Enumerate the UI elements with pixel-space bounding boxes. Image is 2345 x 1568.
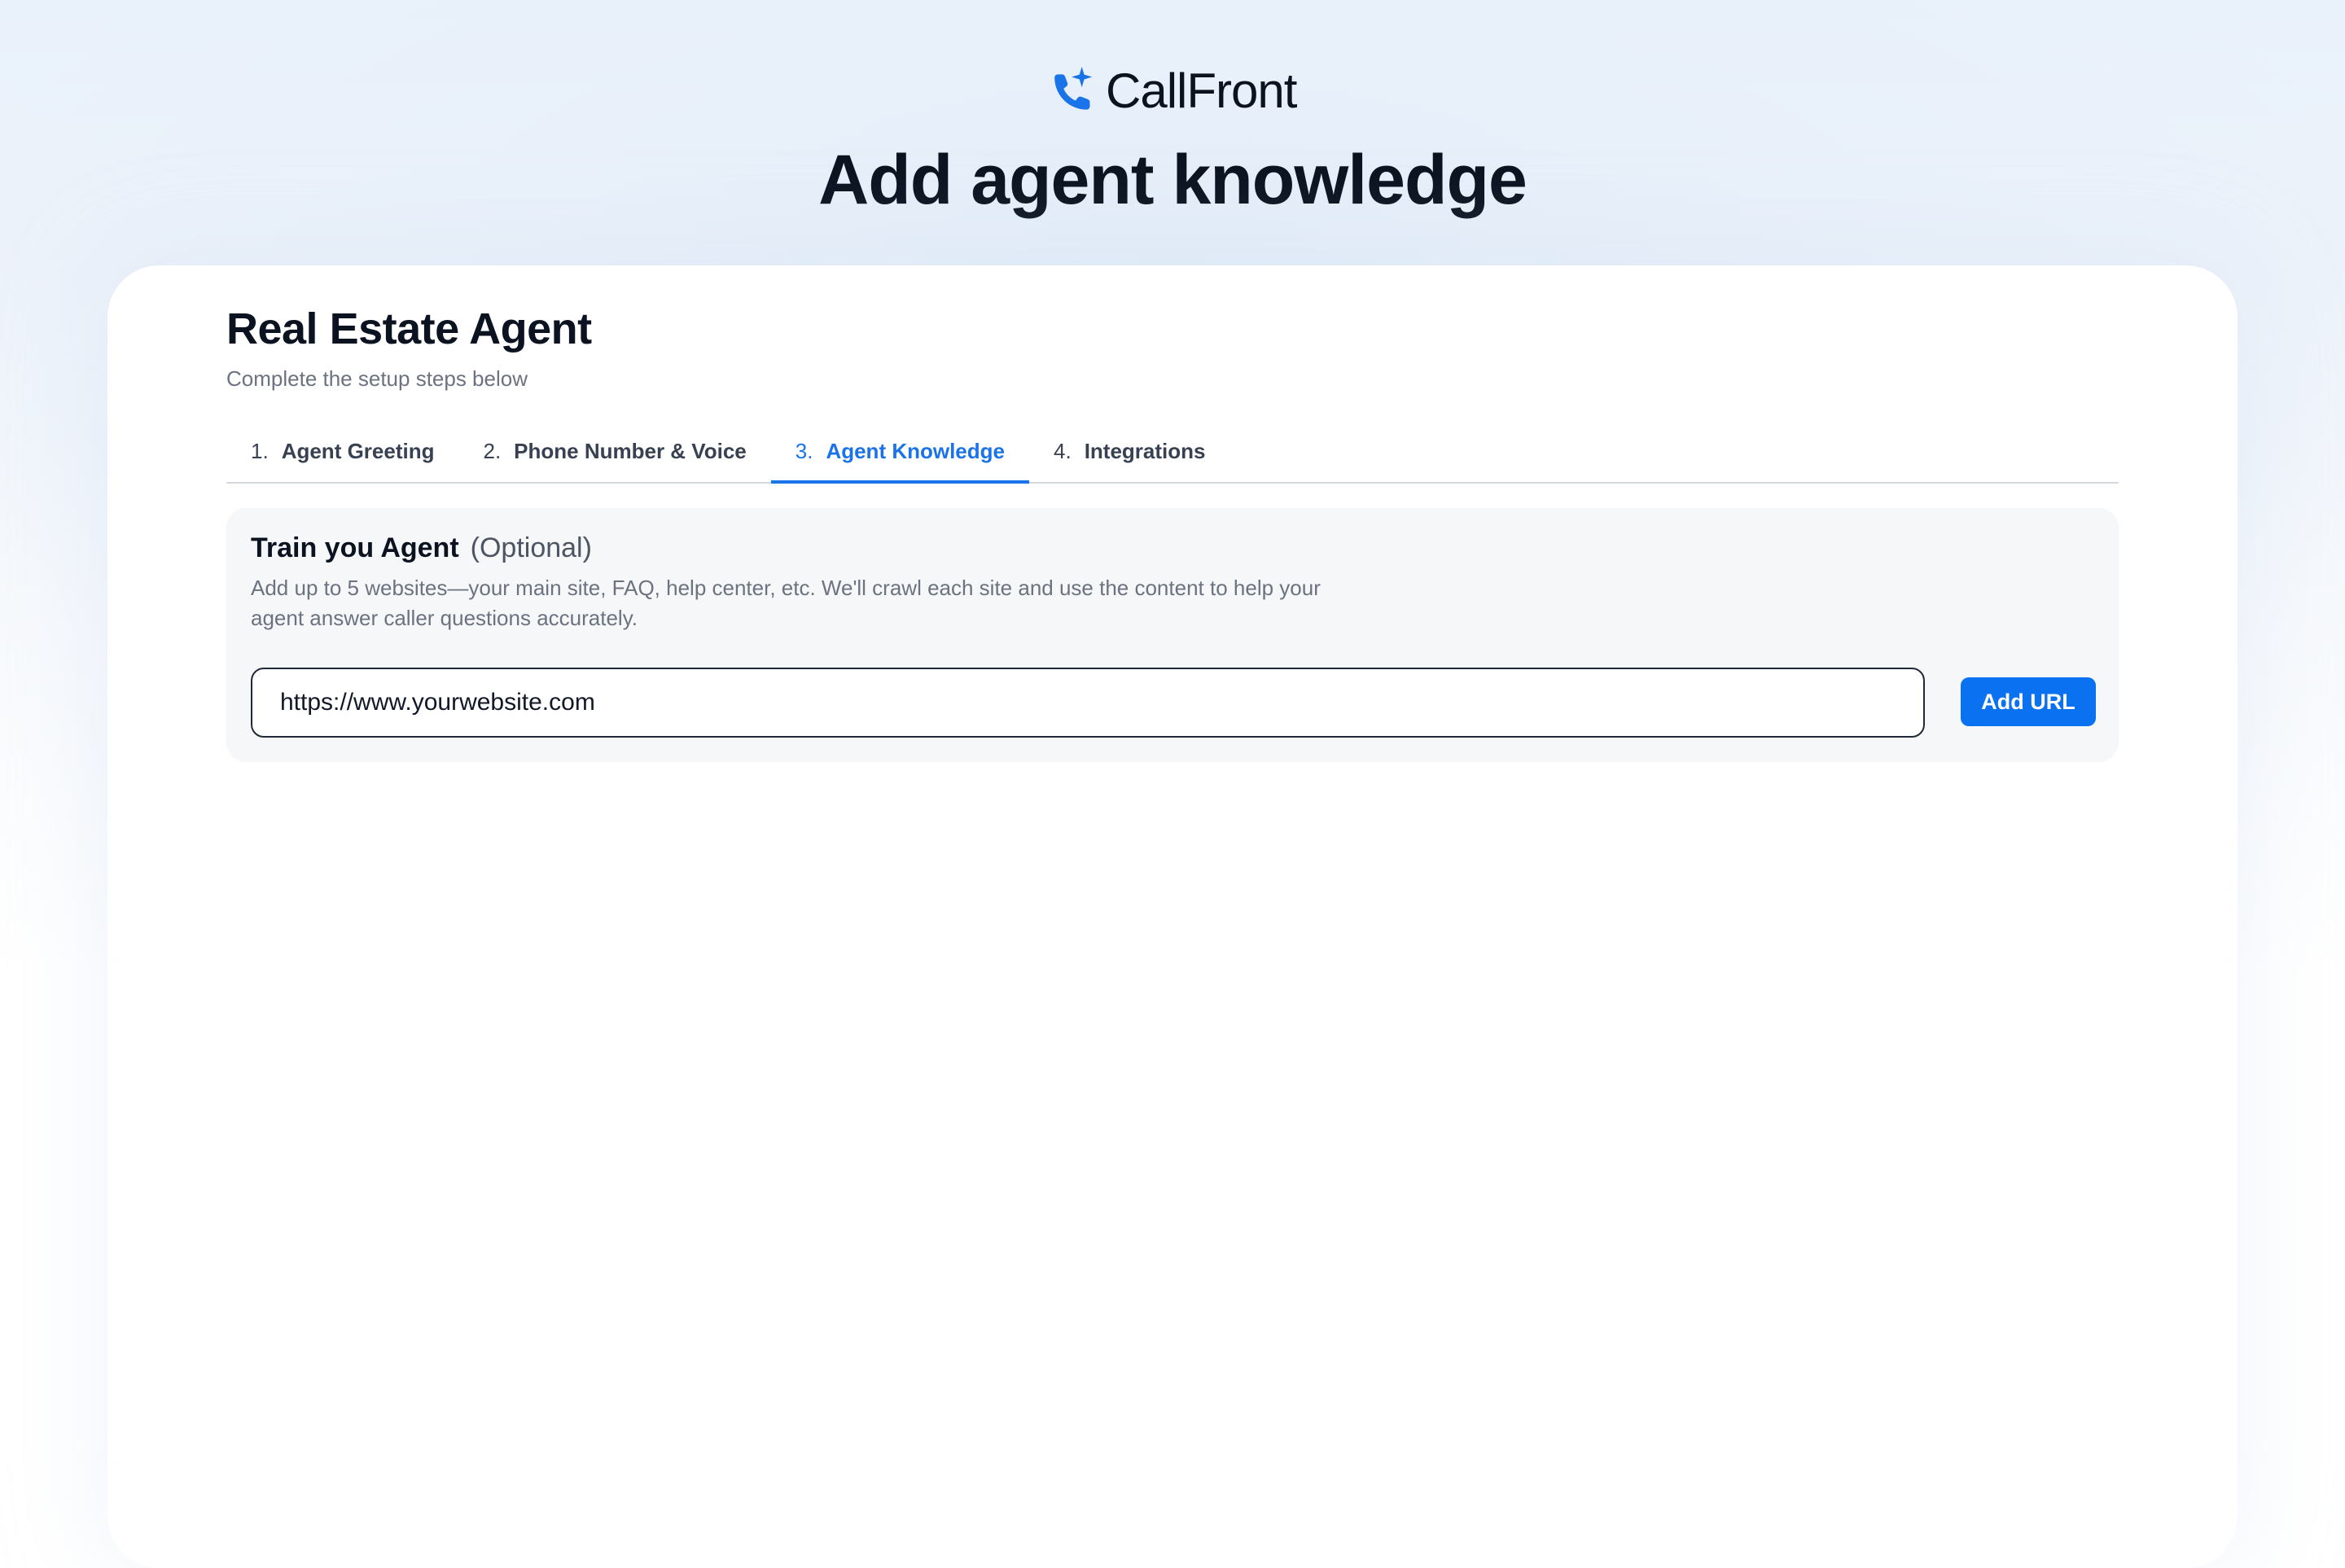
train-agent-section: Train you Agent (Optional) Add up to 5 we… xyxy=(226,508,2119,762)
phone-sparkle-icon xyxy=(1054,66,1093,110)
add-url-button[interactable]: Add URL xyxy=(1961,677,2096,726)
tab-label: Integrations xyxy=(1084,438,1206,463)
tab-agent-knowledge[interactable]: 3. Agent Knowledge xyxy=(770,422,1029,484)
page-header: CallFront Add agent knowledge xyxy=(0,0,2345,269)
tab-number: 3. xyxy=(795,438,813,463)
section-title: Train you Agent xyxy=(251,532,459,563)
brand-name: CallFront xyxy=(1106,63,1297,118)
tab-label: Agent Greeting xyxy=(281,438,435,463)
website-url-input[interactable] xyxy=(251,668,1925,738)
agent-name: Real Estate Agent xyxy=(226,304,592,353)
section-heading: Train you Agent (Optional) xyxy=(251,531,592,565)
setup-card-content: Real Estate Agent Complete the setup ste… xyxy=(226,303,2119,762)
page-title: Add agent knowledge xyxy=(818,141,1528,219)
tab-phone-number-voice[interactable]: 2. Phone Number & Voice xyxy=(458,422,770,484)
optional-label: (Optional) xyxy=(470,532,592,563)
tab-integrations[interactable]: 4. Integrations xyxy=(1029,422,1229,484)
tab-agent-greeting[interactable]: 1. Agent Greeting xyxy=(226,422,458,484)
setup-steps-tabs: 1. Agent Greeting 2. Phone Number & Voic… xyxy=(226,422,2119,484)
callfront-logo[interactable]: CallFront xyxy=(1047,63,1297,118)
agent-subtitle: Complete the setup steps below xyxy=(226,366,528,391)
tab-label: Agent Knowledge xyxy=(826,438,1005,463)
tab-number: 2. xyxy=(483,438,502,463)
section-description: Add up to 5 websites—your main site, FAQ… xyxy=(251,576,1321,630)
tab-number: 4. xyxy=(1054,438,1072,463)
setup-card: Real Estate Agent Complete the setup ste… xyxy=(107,265,2238,1568)
tab-label: Phone Number & Voice xyxy=(514,438,747,463)
tab-number: 1. xyxy=(251,438,269,463)
